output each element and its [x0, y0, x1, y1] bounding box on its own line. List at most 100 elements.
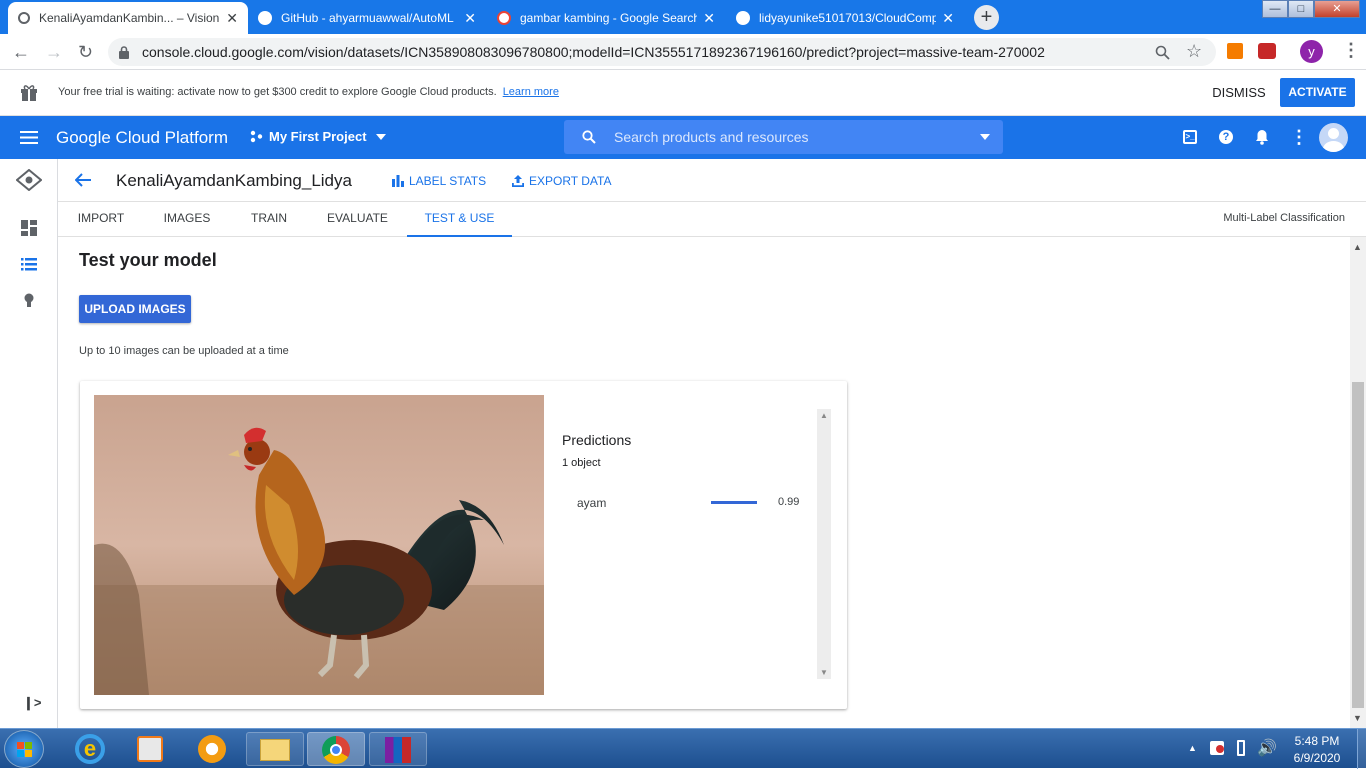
upload-export-icon: [512, 175, 524, 187]
browser-tab-github-cloudcomp[interactable]: lidyayunike51017013/CloudComp ✕: [726, 2, 964, 34]
scrollbar-thumb[interactable]: [1352, 382, 1364, 708]
battery-icon[interactable]: [1237, 740, 1245, 756]
datasets-list-icon[interactable]: [21, 258, 37, 271]
scroll-down-arrow-icon[interactable]: ▼: [820, 668, 828, 677]
tab-evaluate[interactable]: EVALUATE: [308, 202, 407, 237]
maximize-window-button[interactable]: □: [1288, 0, 1314, 18]
help-icon[interactable]: ?: [1219, 130, 1233, 144]
browser-tab-google-search[interactable]: gambar kambing - Google Search ✕: [487, 2, 725, 34]
media-player-icon[interactable]: [137, 736, 163, 762]
export-data-button[interactable]: EXPORT DATA: [512, 174, 611, 188]
hamburger-menu-icon[interactable]: [20, 131, 38, 144]
dashboard-icon[interactable]: [21, 220, 37, 236]
more-options-icon[interactable]: ⋮: [1290, 127, 1308, 148]
dismiss-button[interactable]: DISMISS: [1206, 85, 1272, 100]
show-desktop-button[interactable]: [1357, 729, 1366, 769]
action-center-flag-icon[interactable]: [1210, 741, 1224, 755]
dataset-title: KenaliAyamdanKambing_Lidya: [116, 171, 352, 190]
upload-images-button[interactable]: UPLOAD IMAGES: [79, 295, 191, 323]
scroll-up-arrow-icon[interactable]: ▲: [1353, 242, 1362, 252]
chevron-down-icon: [375, 133, 386, 140]
upload-hint: Up to 10 images can be uploaded at a tim…: [79, 345, 289, 357]
close-tab-icon[interactable]: ✕: [226, 10, 238, 27]
model-nav-tabs: IMPORT IMAGES TRAIN EVALUATE TEST & USE …: [58, 202, 1366, 237]
uploaded-image-rooster: [94, 395, 544, 695]
gcp-logo[interactable]: Google Cloud Platform: [56, 128, 228, 148]
search-input[interactable]: Search products and resources: [564, 120, 1003, 154]
predictions-count: 1 object: [562, 457, 601, 469]
windows-taskbar: e ▲ 🔊 5:48 PM 6/9/2020: [0, 728, 1366, 769]
search-placeholder: Search products and resources: [614, 129, 809, 145]
prediction-score: 0.99: [778, 496, 800, 508]
project-name: My First Project: [269, 129, 367, 144]
activate-button[interactable]: ACTIVATE: [1280, 78, 1355, 107]
trial-text: Your free trial is waiting: activate now…: [58, 86, 497, 98]
page-title: Test your model: [79, 250, 217, 270]
google-icon: [497, 11, 511, 25]
lightbulb-icon[interactable]: [24, 293, 34, 308]
tab-train[interactable]: TRAIN: [230, 202, 308, 237]
extension-icon[interactable]: [1258, 43, 1276, 59]
close-tab-icon[interactable]: ✕: [464, 10, 476, 27]
confidence-bar-track: [711, 501, 757, 504]
back-arrow-icon[interactable]: [75, 173, 91, 187]
predictions-scrollbar[interactable]: ▲ ▼: [817, 409, 831, 679]
minimize-window-button[interactable]: —: [1262, 0, 1288, 18]
account-avatar[interactable]: [1319, 123, 1348, 152]
close-window-button[interactable]: ✕: [1314, 0, 1360, 18]
profile-avatar[interactable]: y: [1300, 40, 1323, 63]
show-hidden-icons-icon[interactable]: ▲: [1188, 743, 1197, 753]
winrar-taskbar-button[interactable]: [369, 732, 427, 766]
scroll-down-arrow-icon[interactable]: ▼: [1353, 713, 1362, 723]
gcp-header: Google Cloud Platform My First Project S…: [0, 116, 1366, 159]
learn-more-link[interactable]: Learn more: [503, 86, 559, 98]
extension-icon[interactable]: [1227, 43, 1243, 59]
github-icon: [736, 11, 750, 25]
volume-icon[interactable]: 🔊: [1257, 738, 1277, 758]
label-stats-button[interactable]: LABEL STATS: [392, 174, 486, 188]
start-button[interactable]: [4, 730, 44, 768]
folder-icon: [260, 739, 290, 761]
url-input[interactable]: console.cloud.google.com/vision/datasets…: [108, 38, 1216, 66]
bookmark-star-icon[interactable]: ☆: [1186, 41, 1202, 62]
expand-nav-icon[interactable]: ❙>: [23, 695, 41, 711]
trial-banner: Your free trial is waiting: activate now…: [0, 70, 1366, 116]
search-icon: [582, 130, 596, 144]
prediction-card: ▲ ▼ Predictions 1 object ayam 0.99: [80, 381, 847, 709]
cloud-shell-icon[interactable]: >_: [1183, 130, 1197, 144]
tab-import[interactable]: IMPORT: [58, 202, 144, 237]
browser-menu-icon[interactable]: ⋮: [1342, 40, 1360, 61]
prediction-row: ayam 0.99: [562, 493, 802, 513]
gift-icon: [21, 85, 37, 101]
project-selector[interactable]: My First Project: [250, 129, 386, 144]
clock-time[interactable]: 5:48 PM: [1290, 734, 1344, 748]
zoom-icon[interactable]: [1155, 45, 1170, 60]
notifications-bell-icon[interactable]: [1255, 129, 1269, 145]
vision-product-icon[interactable]: [16, 169, 42, 191]
reload-icon[interactable]: ↻: [78, 42, 93, 63]
chrome-taskbar-button[interactable]: [307, 732, 365, 766]
tab-images[interactable]: IMAGES: [144, 202, 230, 237]
back-arrow-icon[interactable]: ←: [12, 42, 30, 63]
clock-date[interactable]: 6/9/2020: [1290, 751, 1344, 765]
winrar-icon: [385, 737, 411, 763]
tab-title: gambar kambing - Google Search: [520, 11, 698, 25]
page-scrollbar[interactable]: ▲ ▼: [1350, 237, 1366, 728]
forward-arrow-icon[interactable]: →: [45, 42, 63, 63]
export-data-label: EXPORT DATA: [529, 174, 612, 188]
chrome-icon: [322, 736, 350, 764]
settings-app-icon[interactable]: [198, 735, 226, 763]
tab-title: GitHub - ahyarmuawwal/AutoML: [281, 11, 454, 25]
close-tab-icon[interactable]: ✕: [942, 10, 954, 27]
chevron-down-icon[interactable]: [980, 134, 990, 140]
confidence-bar-fill: [711, 501, 757, 504]
browser-tab-github-automl[interactable]: GitHub - ahyarmuawwal/AutoML ✕: [248, 2, 486, 34]
tab-title: KenaliAyamdanKambin... – Vision: [39, 11, 220, 25]
browser-tab-vision[interactable]: KenaliAyamdanKambin... – Vision ✕: [8, 2, 248, 34]
new-tab-button[interactable]: +: [974, 5, 999, 30]
internet-explorer-icon[interactable]: e: [75, 734, 105, 764]
close-tab-icon[interactable]: ✕: [703, 10, 715, 27]
file-explorer-taskbar-button[interactable]: [246, 732, 304, 766]
tab-test-and-use[interactable]: TEST & USE: [407, 202, 512, 237]
scroll-up-arrow-icon[interactable]: ▲: [820, 411, 828, 420]
